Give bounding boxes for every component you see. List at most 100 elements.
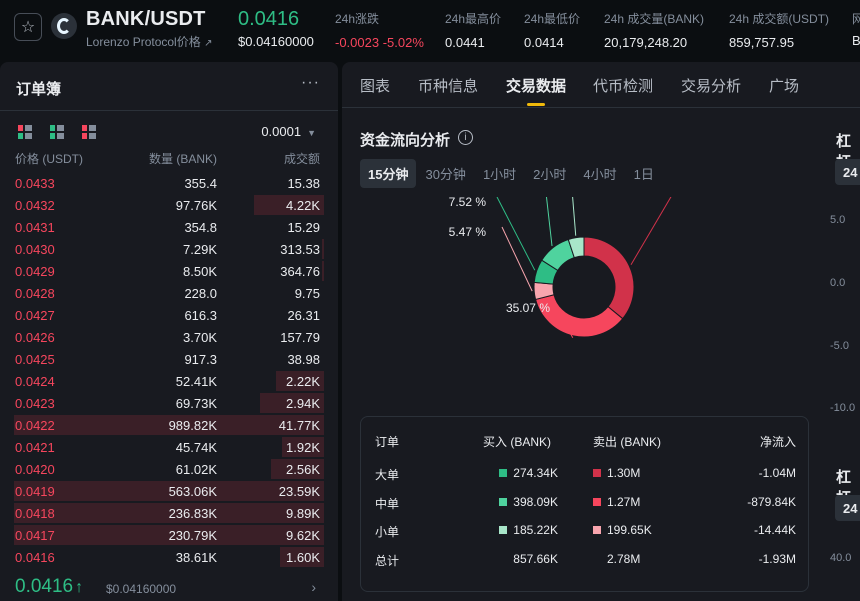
more-options-icon[interactable]: ··· [301,74,320,92]
order-book-row[interactable]: 0.0433 355.4 15.38 [0,172,338,194]
axis-tick: -5.0 [830,340,849,352]
stat-value: 0.0414 [524,35,564,50]
order-book-row[interactable]: 0.0424 52.41K 2.22K [0,370,338,392]
tab-coin-info[interactable]: 币种信息 [418,75,478,96]
order-book-row[interactable]: 0.0422 989.82K 41.77K [0,414,338,436]
ask-qty: 989.82K [168,418,217,433]
order-book-row[interactable]: 0.0428 228.0 9.75 [0,282,338,304]
donut-percent-label: 5.47 % [449,225,487,239]
stat-value: 859,757.95 [729,35,795,50]
table-header-row: 订单 买入 (BANK) 卖出 (BANK) 净流入 [361,433,810,449]
ask-total: 1.60K [286,550,320,565]
capital-flow-table: 订单 买入 (BANK) 卖出 (BANK) 净流入 大单 274.34K 1.… [360,416,809,592]
interval-1d[interactable]: 1日 [626,159,662,188]
ask-qty: 563.06K [168,484,217,499]
header-net: 净流入 [759,435,796,449]
axis-tick: 5.0 [830,214,846,226]
ask-total: 26.31 [287,308,320,323]
order-book-row[interactable]: 0.0423 69.73K 2.94K [0,392,338,414]
stat-label: 24h最低价 [524,12,581,26]
row-net: -1.93M [758,552,796,566]
view-bids-icon[interactable] [50,125,64,139]
stat-24h-high: 24h最高价 0.0441 [445,10,501,50]
column-header-price: 价格 (USDT) [15,152,83,166]
ask-total: 1.92K [286,440,320,455]
ask-price: 0.0426 [15,330,55,345]
ask-qty: 61.02K [175,462,217,477]
active-tab-indicator [527,103,545,106]
ask-total: 38.98 [287,352,320,367]
buy-small-swatch [499,526,508,534]
ask-total: 9.62K [286,528,320,543]
donut-slice[interactable] [583,236,635,320]
order-book-row[interactable]: 0.0426 3.70K 157.79 [0,326,338,348]
last-price-usd: $0.04160000 [238,34,314,49]
leverage-interval-pill[interactable]: 24 [835,159,860,185]
row-sell: 199.65K [593,523,652,537]
row-sell-value: 1.30M [607,466,641,480]
leverage-interval-pill-2[interactable]: 24 [835,495,860,521]
order-book-row[interactable]: 0.0430 7.29K 313.53 [0,238,338,260]
interval-30m[interactable]: 30分钟 [417,159,473,188]
interval-2h[interactable]: 2小时 [525,159,574,188]
ask-total: 364.76 [280,264,320,279]
interval-selector: 15分钟 30分钟 1小时 2小时 4小时 1日 [360,159,663,188]
order-book-row[interactable]: 0.0429 8.50K 364.76 [0,260,338,282]
stat-24h-volume: 24h 成交量(BANK) 20,179,248.20 [604,10,704,50]
ask-qty: 3.70K [183,330,217,345]
coin-logo [51,13,77,39]
ask-price: 0.0421 [15,440,55,455]
interval-15m[interactable]: 15分钟 [360,159,417,188]
axis-tick: -10.0 [830,402,856,414]
order-book-row[interactable]: 0.0417 230.79K 9.62K [0,524,338,546]
favorite-star-icon[interactable]: ☆ [14,13,42,41]
tab-chart[interactable]: 图表 [360,75,390,96]
donut-leader-line [630,197,672,265]
order-book-row[interactable]: 0.0425 917.3 38.98 [0,348,338,370]
view-both-icon[interactable] [18,125,32,139]
tab-trade-data[interactable]: 交易数据 [506,75,566,96]
market-header: ☆ BANK/USDT Lorenzo Protocol价格 ↗ 0.0416 … [0,0,860,62]
ask-total: 2.22K [286,374,320,389]
ask-qty: 228.0 [184,286,217,301]
view-asks-icon[interactable] [82,125,96,139]
project-link[interactable]: Lorenzo Protocol价格 ↗ [86,33,212,50]
row-sell-value: 199.65K [607,523,652,537]
order-book-row[interactable]: 0.0419 563.06K 23.59K [0,480,338,502]
info-icon[interactable]: i [458,130,473,145]
order-book-row[interactable]: 0.0421 45.74K 1.92K [0,436,338,458]
order-book-row[interactable]: 0.0420 61.02K 2.56K [0,458,338,480]
precision-select[interactable]: 0.0001 ▼ [261,124,316,139]
ask-qty: 236.83K [168,506,217,521]
divider [0,110,338,111]
axis-tick: 40.0 [830,552,852,564]
table-row: 小单 185.22K 199.65K -14.44K [361,523,810,539]
external-link-icon: ↗ [204,38,213,49]
interval-4h[interactable]: 4小时 [575,159,624,188]
sell-small-swatch [593,526,601,534]
precision-value: 0.0001 [261,124,302,139]
chevron-right-icon[interactable]: › [311,579,316,595]
order-book-row[interactable]: 0.0431 354.8 15.29 [0,216,338,238]
row-buy: 185.22K [499,523,558,537]
ask-qty: 45.74K [175,440,217,455]
order-book-view-modes [18,125,96,139]
tab-trade-analysis[interactable]: 交易分析 [681,75,741,96]
tab-token-check[interactable]: 代币检测 [593,75,653,96]
order-book-row[interactable]: 0.0416 38.61K 1.60K [0,546,338,568]
ask-price: 0.0433 [15,176,55,191]
ask-price: 0.0425 [15,352,55,367]
ask-total: 2.94K [286,396,320,411]
order-book-row[interactable]: 0.0432 97.76K 4.22K [0,194,338,216]
table-row: 大单 274.34K 1.30M -1.04M [361,466,810,482]
row-type: 总计 [375,554,400,568]
order-book-row[interactable]: 0.0427 616.3 26.31 [0,304,338,326]
ask-total: 15.29 [287,220,320,235]
interval-1h[interactable]: 1小时 [475,159,524,188]
row-sell: 1.30M [593,466,640,480]
ask-price: 0.0416 [15,550,55,565]
sell-medium-swatch [593,498,601,506]
stat-label: 24h涨跌 [335,12,380,26]
tab-square[interactable]: 广场 [769,75,799,96]
order-book-row[interactable]: 0.0418 236.83K 9.89K [0,502,338,524]
